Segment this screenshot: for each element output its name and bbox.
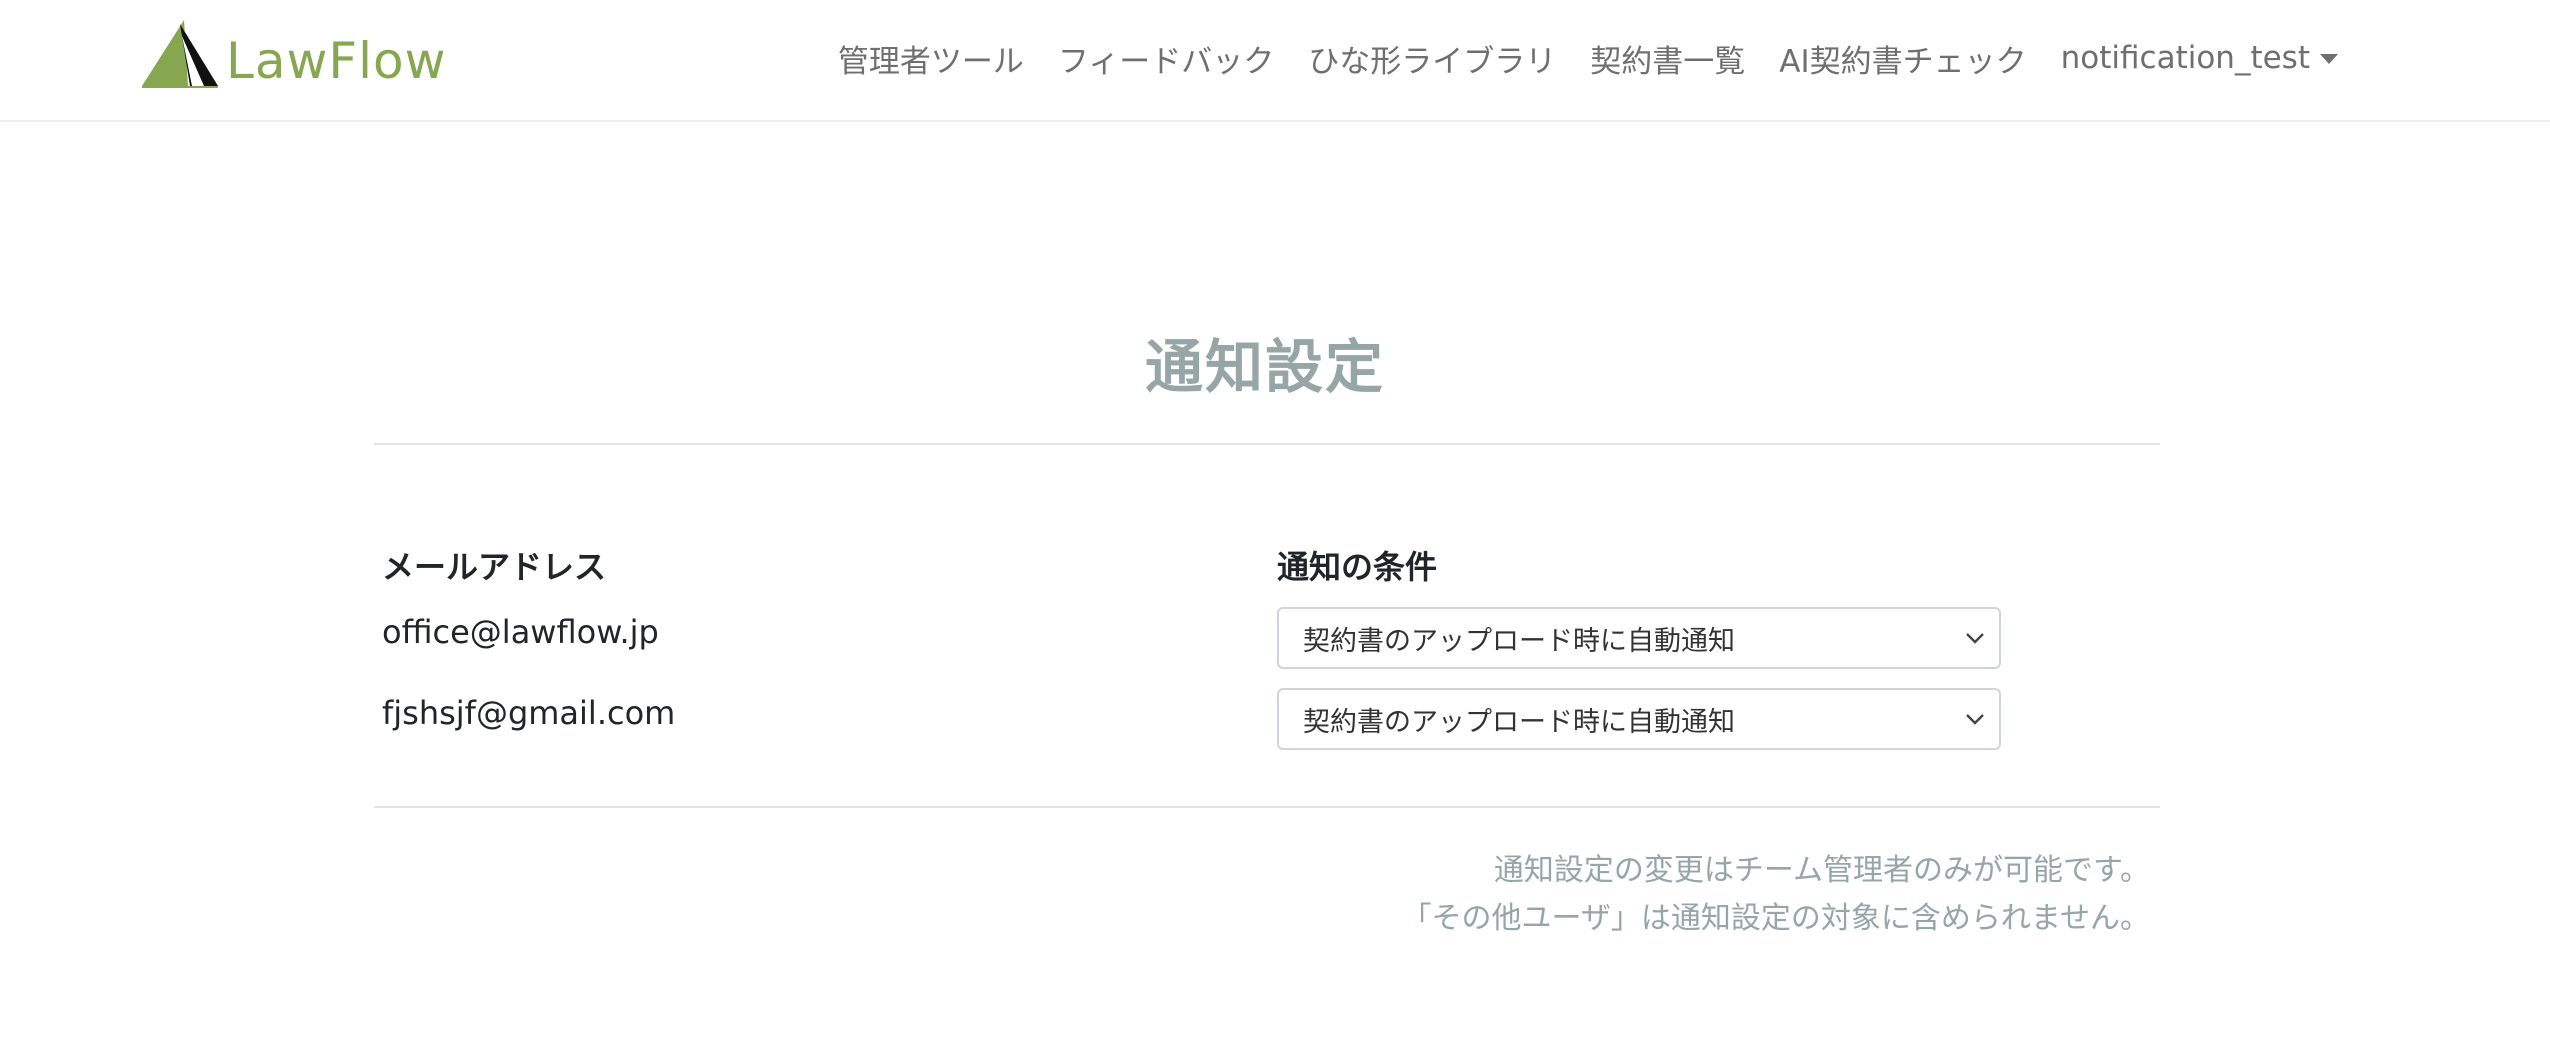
select-value: 契約書のアップロード時に自動通知 bbox=[1303, 625, 1735, 657]
sail-triangle-icon bbox=[142, 20, 218, 88]
nav-feedback[interactable]: フィードバック bbox=[1058, 36, 1274, 81]
navbar: LawFlow 管理者ツール フィードバック ひな形ライブラリ 契約書一覧 AI… bbox=[0, 0, 2550, 122]
divider-bottom bbox=[374, 806, 2160, 808]
caret-down-icon bbox=[2320, 54, 2338, 64]
nav-admin-tools[interactable]: 管理者ツール bbox=[838, 36, 1024, 81]
nav-contract-list[interactable]: 契約書一覧 bbox=[1590, 36, 1745, 81]
email-cell: fjshsjf@gmail.com bbox=[382, 694, 676, 732]
select-value: 契約書のアップロード時に自動通知 bbox=[1303, 706, 1735, 738]
page-title: 通知設定 bbox=[1144, 333, 1385, 401]
condition-column-header: 通知の条件 bbox=[1277, 548, 1438, 586]
brand-name: LawFlow bbox=[226, 32, 447, 90]
brand-logo-link[interactable]: LawFlow bbox=[140, 16, 447, 88]
notification-condition-select[interactable]: 契約書のアップロード時に自動通知 bbox=[1277, 607, 2001, 669]
note-admin-only: 通知設定の変更はチーム管理者のみが可能です。 bbox=[1493, 853, 2150, 888]
user-menu-label: notification_test bbox=[2060, 40, 2310, 76]
divider-top bbox=[374, 443, 2160, 445]
chevron-down-icon bbox=[1966, 714, 1984, 725]
chevron-down-icon bbox=[1966, 633, 1984, 644]
nav-template-library[interactable]: ひな形ライブラリ bbox=[1308, 36, 1556, 81]
email-cell: office@lawflow.jp bbox=[382, 613, 659, 651]
email-column-header: メールアドレス bbox=[382, 548, 607, 586]
nav-ai-contract-check[interactable]: AI契約書チェック bbox=[1779, 36, 2026, 81]
notification-condition-select[interactable]: 契約書のアップロード時に自動通知 bbox=[1277, 688, 2001, 750]
nav-links: 管理者ツール フィードバック ひな形ライブラリ 契約書一覧 AI契約書チェック … bbox=[804, 0, 2338, 116]
note-other-users: 「その他ユーザ」は通知設定の対象に含められません。 bbox=[1401, 901, 2151, 936]
user-menu-dropdown[interactable]: notification_test bbox=[2061, 40, 2338, 76]
